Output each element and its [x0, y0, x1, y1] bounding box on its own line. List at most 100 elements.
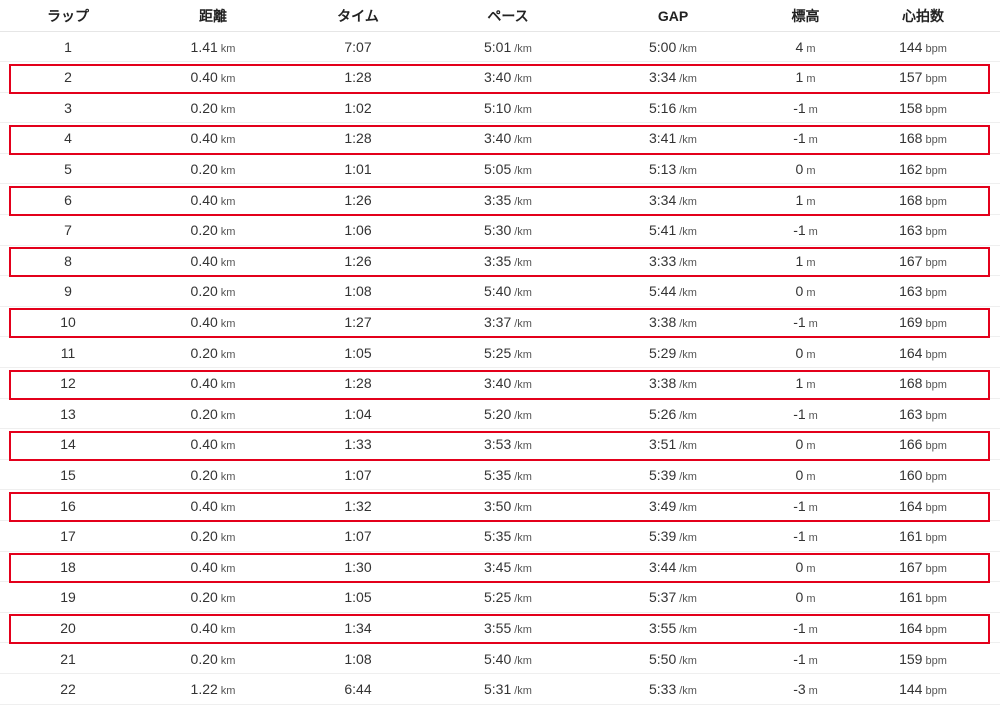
- lap-distance-value: 0.20: [190, 466, 218, 483]
- table-row[interactable]: 1 1.41 km 7:07 5:01/km 5:00/km 4 m 144 bpm: [0, 32, 1000, 62]
- table-row[interactable]: 22 1.22 km 6:44 5:31/km 5:33/km -3 m 144 bpm: [0, 675, 1000, 705]
- lap-heart-rate-cell: 158 bpm: [858, 100, 988, 116]
- table-row[interactable]: 10 0.40 km 1:27 3:37/km 3:38/km -1 m 169 bpm: [0, 307, 1000, 338]
- lap-elevation-cell: 4m: [753, 39, 858, 55]
- lap-gap-unit: /km: [679, 103, 697, 116]
- table-row[interactable]: 11 0.20 km 1:05 5:25/km 5:29/km 0 m 164 bpm: [0, 338, 1000, 368]
- lap-pace-cell: 5:35/km: [423, 528, 593, 544]
- lap-distance-cell: 0.20 km: [133, 406, 293, 422]
- table-row[interactable]: 16 0.40 km 1:32 3:50/km 3:49/km -1 m 164 bpm: [0, 491, 1000, 521]
- lap-number-value: 14: [60, 436, 76, 453]
- lap-elevation-unit: m: [806, 195, 816, 208]
- lap-heart-rate-value: 144: [899, 681, 923, 698]
- header-pace[interactable]: ペース: [423, 6, 593, 26]
- lap-gap-value: 3:44: [649, 558, 677, 575]
- lap-gap-unit: /km: [679, 348, 697, 361]
- table-row[interactable]: 7 0.20 km 1:06 5:30/km 5:41/km -1 m 163 bpm: [0, 216, 1000, 246]
- lap-elevation-cell: -1 m: [753, 222, 858, 238]
- lap-distance-value: 0.20: [190, 528, 218, 545]
- lap-pace-cell: 3:53/km: [423, 436, 593, 452]
- table-row[interactable]: 3 0.20 km 1:02 5:10/km 5:16/km -1 m 158 bpm: [0, 93, 1000, 124]
- lap-distance-value: 0.20: [190, 344, 218, 361]
- table-row[interactable]: 13 0.20 km 1:04 5:20/km 5:26/km -1 m 163 bpm: [0, 399, 1000, 430]
- lap-time-cell: 1:28: [293, 69, 423, 85]
- lap-heart-rate-value: 161: [899, 589, 923, 606]
- lap-heart-rate-unit: bpm: [925, 623, 947, 636]
- lap-pace-unit: /km: [514, 73, 532, 86]
- lap-distance-cell: 0.40 km: [133, 375, 293, 391]
- table-row[interactable]: 19 0.20 km 1:05 5:25/km 5:37/km 0 m 161 bpm: [0, 583, 1000, 613]
- lap-gap-unit: /km: [679, 256, 697, 269]
- lap-time-cell: 1:27: [293, 314, 423, 330]
- table-row[interactable]: 4 0.40 km 1:28 3:40/km 3:41/km -1 m 168 bpm: [0, 124, 1000, 154]
- lap-elevation-cell: -1 m: [753, 651, 858, 667]
- lap-distance-unit: km: [220, 379, 236, 392]
- header-gap[interactable]: GAP: [593, 8, 753, 24]
- lap-gap-value: 3:38: [649, 375, 677, 392]
- table-row[interactable]: 14 0.40 km 1:33 3:53/km 3:51/km 0 m 166 bpm: [0, 430, 1000, 460]
- lap-number-cell: 20: [3, 620, 133, 636]
- lap-distance-cell: 0.40 km: [133, 314, 293, 330]
- lap-distance-cell: 0.20 km: [133, 345, 293, 361]
- lap-pace-cell: 3:50/km: [423, 498, 593, 514]
- lap-pace-value: 5:25: [484, 589, 512, 606]
- lap-distance-cell: 0.40 km: [133, 620, 293, 636]
- table-row[interactable]: 12 0.40 km 1:28 3:40/km 3:38/km 1 m 168 bpm: [0, 369, 1000, 399]
- lap-elevation-value: 0: [795, 344, 804, 361]
- table-row[interactable]: 5 0.20 km 1:01 5:05/km 5:13/km 0 m 162 bpm: [0, 154, 1000, 185]
- lap-elevation-cell: -1 m: [753, 528, 858, 544]
- table-row[interactable]: 8 0.40 km 1:26 3:35/km 3:33/km 1 m 167 bpm: [0, 246, 1000, 277]
- lap-elevation-value: -1: [793, 619, 806, 636]
- lap-gap-value: 5:41: [649, 222, 677, 239]
- lap-gap-value: 3:41: [649, 130, 677, 147]
- lap-time-cell: 1:30: [293, 559, 423, 575]
- lap-elevation-cell: 1m: [753, 253, 858, 269]
- lap-pace-unit: /km: [514, 103, 532, 116]
- lap-heart-rate-cell: 164 bpm: [858, 498, 988, 514]
- lap-number-cell: 22: [3, 681, 133, 697]
- lap-pace-value: 5:25: [484, 344, 512, 361]
- header-distance[interactable]: 距離: [133, 6, 293, 26]
- table-row[interactable]: 18 0.40 km 1:30 3:45/km 3:44/km 0 m 167 bpm: [0, 552, 1000, 583]
- lap-number-value: 8: [64, 252, 72, 269]
- lap-distance-unit: km: [220, 42, 236, 55]
- table-row[interactable]: 2 0.40 km 1:28 3:40/km 3:34/km 1 m 157 bpm: [0, 63, 1000, 93]
- lap-gap-cell: 5:29/km: [593, 345, 753, 361]
- lap-elevation-cell: 0m: [753, 283, 858, 299]
- lap-number-cell: 5: [3, 161, 133, 177]
- table-row[interactable]: 20 0.40 km 1:34 3:55/km 3:55/km -1 m 164 bpm: [0, 613, 1000, 644]
- lap-elevation-value: -1: [793, 405, 806, 422]
- header-time[interactable]: タイム: [293, 6, 423, 26]
- table-row[interactable]: 17 0.20 km 1:07 5:35/km 5:39/km -1 m 161 bpm: [0, 522, 1000, 552]
- lap-elevation-unit: m: [808, 134, 818, 147]
- lap-distance-unit: km: [220, 103, 236, 116]
- table-row[interactable]: 9 0.20 km 1:08 5:40/km 5:44/km 0 m 163 bpm: [0, 277, 1000, 307]
- lap-elevation-value: 0: [795, 589, 804, 606]
- lap-elevation-unit: m: [808, 103, 818, 116]
- header-lap[interactable]: ラップ: [3, 6, 133, 26]
- header-heart-rate[interactable]: 心拍数: [858, 6, 988, 26]
- lap-heart-rate-unit: bpm: [925, 379, 947, 392]
- header-elevation[interactable]: 標高: [753, 6, 858, 26]
- lap-elevation-cell: 1m: [753, 192, 858, 208]
- lap-gap-cell: 3:38/km: [593, 314, 753, 330]
- table-row[interactable]: 15 0.20 km 1:07 5:35/km 5:39/km 0 m 160 bpm: [0, 460, 1000, 491]
- table-row[interactable]: 6 0.40 km 1:26 3:35/km 3:34/km 1 m 168 bpm: [0, 185, 1000, 215]
- table-row[interactable]: 21 0.20 km 1:08 5:40/km 5:50/km -1 m 159 bpm: [0, 644, 1000, 674]
- lap-time-cell: 1:34: [293, 620, 423, 636]
- lap-pace-value: 3:50: [484, 497, 512, 514]
- lap-heart-rate-cell: 161 bpm: [858, 589, 988, 605]
- lap-number-value: 2: [64, 69, 72, 86]
- lap-pace-unit: /km: [514, 562, 532, 575]
- lap-time-value: 1:33: [344, 436, 372, 453]
- lap-heart-rate-value: 164: [899, 497, 923, 514]
- lap-heart-rate-unit: bpm: [925, 470, 947, 483]
- lap-heart-rate-unit: bpm: [925, 103, 947, 116]
- lap-gap-value: 5:00: [649, 38, 677, 55]
- lap-pace-unit: /km: [514, 685, 532, 698]
- lap-pace-cell: 5:35/km: [423, 467, 593, 483]
- lap-heart-rate-cell: 159 bpm: [858, 651, 988, 667]
- lap-pace-value: 5:01: [484, 38, 512, 55]
- lap-distance-cell: 0.20 km: [133, 161, 293, 177]
- lap-time-value: 1:02: [344, 99, 372, 116]
